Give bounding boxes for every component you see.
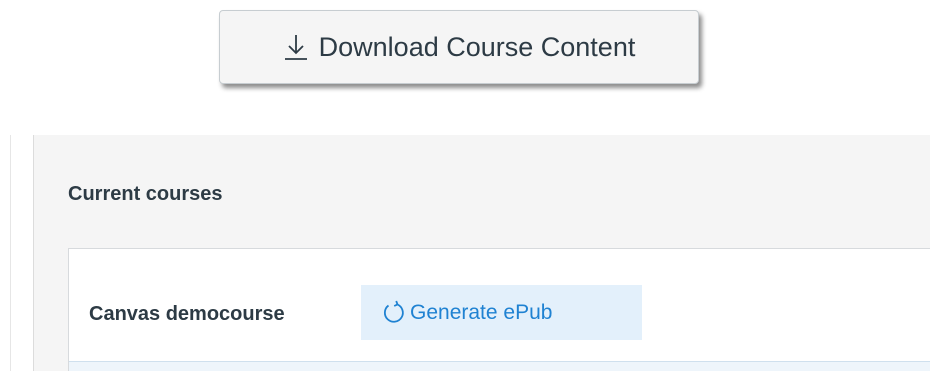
panel-divider	[10, 135, 11, 371]
course-name: Canvas democourse	[89, 303, 285, 325]
download-icon	[283, 32, 309, 62]
download-course-content-button[interactable]: Download Course Content	[219, 10, 699, 84]
refresh-icon	[381, 300, 407, 326]
next-row	[69, 362, 930, 371]
generate-epub-button[interactable]: Generate ePub	[361, 285, 642, 340]
page: Download Course Content Current courses …	[0, 0, 930, 371]
section-title: Current courses	[68, 183, 223, 205]
generate-epub-label: Generate ePub	[410, 300, 553, 324]
download-button-label: Download Course Content	[318, 31, 636, 62]
